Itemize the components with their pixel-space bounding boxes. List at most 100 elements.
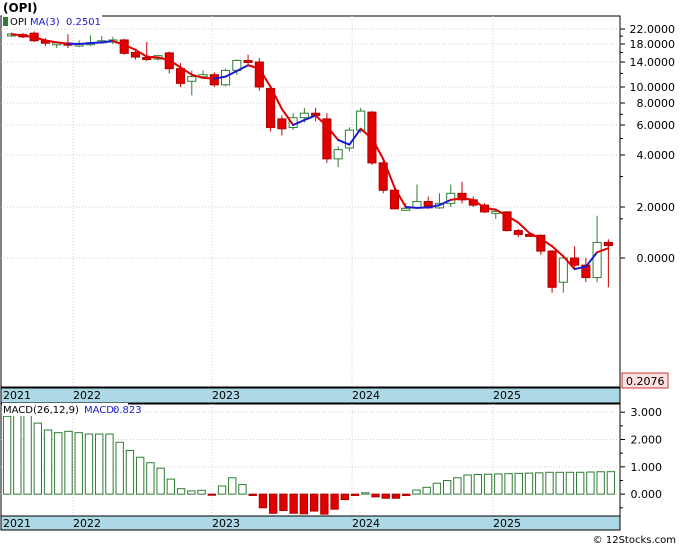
ma3-segment: [10, 33, 24, 37]
candle-body: [277, 118, 287, 130]
ma3-segment: [404, 206, 418, 209]
candle-body: [243, 59, 253, 63]
macd-y-axis: 3.000 2.000 1.000 0.000: [620, 406, 663, 509]
candle-body: [401, 207, 411, 211]
macd-bar: [135, 456, 145, 495]
macd-bar: [115, 441, 124, 495]
macd-bar: [197, 489, 206, 495]
macd-bar: [84, 433, 94, 495]
candle-body: [558, 257, 568, 283]
macd-bar: [238, 484, 247, 495]
ma3-segment: [89, 41, 103, 45]
footer-credit: © 12Stocks.com: [593, 535, 676, 546]
ma3-segment: [55, 41, 69, 45]
macd-bar: [95, 433, 104, 495]
macd-x-tick-label: 2024: [352, 517, 380, 530]
macd-bar: [176, 488, 186, 495]
macd-bar: [299, 493, 309, 515]
legend-ma-label: MA(3): [30, 17, 60, 28]
macd-bar: [453, 477, 462, 495]
macd-bar: [146, 462, 155, 495]
candle: [209, 72, 219, 87]
stock-chart: (OPI) 22.0000 18.0000 14.0000 10.0000 8.0000…: [0, 1, 676, 546]
macd-bar: [23, 414, 32, 495]
macd-bar: [412, 489, 421, 495]
price-y-tick-label: 22.0000: [630, 23, 676, 36]
macd-bar: [524, 472, 534, 495]
chart-title: (OPI): [3, 1, 37, 15]
macd-bar: [217, 485, 227, 495]
macd-x-tick-label: 2025: [493, 517, 521, 530]
price-x-tick-label: 2021: [3, 389, 31, 402]
macd-bar: [156, 467, 165, 495]
macd-bar: [33, 422, 43, 495]
candle-body: [130, 51, 141, 58]
macd-bar: [350, 493, 360, 497]
macd-x-tick-label: 2022: [73, 517, 101, 530]
macd-bar: [309, 493, 319, 512]
price-x-tick-label: 2025: [493, 389, 521, 402]
candle-body: [187, 76, 197, 82]
ma3-segment: [100, 40, 114, 44]
price-x-tick-label: 2022: [73, 389, 101, 402]
candle-body: [175, 68, 186, 84]
macd-bar: [248, 493, 257, 497]
candle-body: [356, 110, 366, 131]
macd-bar: [279, 493, 288, 512]
macd-x-tick-label: 2023: [212, 517, 240, 530]
macd-bar: [586, 471, 595, 495]
macd-bar: [207, 493, 216, 496]
macd-bar: [391, 493, 401, 499]
price-y-tick-label: 0.0000: [637, 252, 676, 265]
macd-bar: [268, 493, 278, 514]
legend-ma-value: 0.2501: [66, 17, 101, 28]
candle-body: [547, 250, 557, 288]
macd-bar: [432, 482, 442, 495]
price-y-tick-label: 18.0000: [630, 38, 676, 51]
macd-bar: [483, 473, 493, 495]
candle: [547, 249, 557, 293]
macd-bar: [381, 493, 390, 499]
macd-legend-value: 0.823: [113, 405, 142, 416]
macd-bar: [473, 473, 483, 495]
macd-bar: [54, 432, 63, 495]
price-panel: 22.0000 18.0000 14.0000 10.0000 8.0000 6.0000…: [0, 15, 675, 389]
macd-bar: [13, 411, 22, 495]
candle-body: [209, 74, 219, 86]
macd-bar: [340, 493, 350, 501]
candle-body: [592, 241, 602, 279]
macd-bar: [596, 471, 605, 495]
macd-bar: [125, 449, 135, 495]
macd-bar: [402, 493, 411, 497]
candle-body: [513, 230, 523, 235]
macd-bar: [289, 493, 298, 514]
price-y-axis: 22.0000 18.0000 14.0000 10.0000 8.0000 6.0000…: [620, 23, 675, 265]
macd-bar: [330, 493, 339, 510]
macd-x-tick-label: 2021: [3, 517, 31, 530]
price-y-tick-label: 2.0000: [637, 201, 676, 214]
macd-bar: [575, 471, 585, 495]
price-x-tick-label: 2023: [212, 389, 240, 402]
macd-bar: [105, 433, 114, 495]
macd-y-tick-label: 1.000: [631, 461, 663, 474]
macd-bar: [187, 490, 196, 495]
ma3-segment: [78, 42, 92, 45]
macd-bar: [166, 478, 176, 495]
legend-symbol: OPI: [10, 17, 27, 28]
macd-panel: 3.0002.0001.0000.000 MACD(26,12,9) MACD:…: [0, 403, 663, 517]
price-x-tick-label: 2024: [352, 389, 380, 402]
macd-bar: [504, 473, 513, 495]
price-plot-area: [0, 15, 621, 388]
last-price-label: 0.2076: [626, 375, 665, 388]
macd-bar: [228, 477, 237, 495]
macd-y-tick-label: 0.000: [631, 488, 663, 501]
price-y-tick-label: 6.0000: [637, 119, 676, 132]
ma3-segment: [202, 76, 216, 80]
macd-bar: [2, 415, 12, 495]
price-y-tick-label: 4.0000: [637, 149, 676, 162]
candle-body: [333, 149, 343, 160]
macd-y-tick-label: 2.000: [631, 434, 663, 447]
candle-body: [603, 241, 613, 247]
macd-bar: [535, 472, 544, 495]
macd-bar: [494, 473, 503, 495]
